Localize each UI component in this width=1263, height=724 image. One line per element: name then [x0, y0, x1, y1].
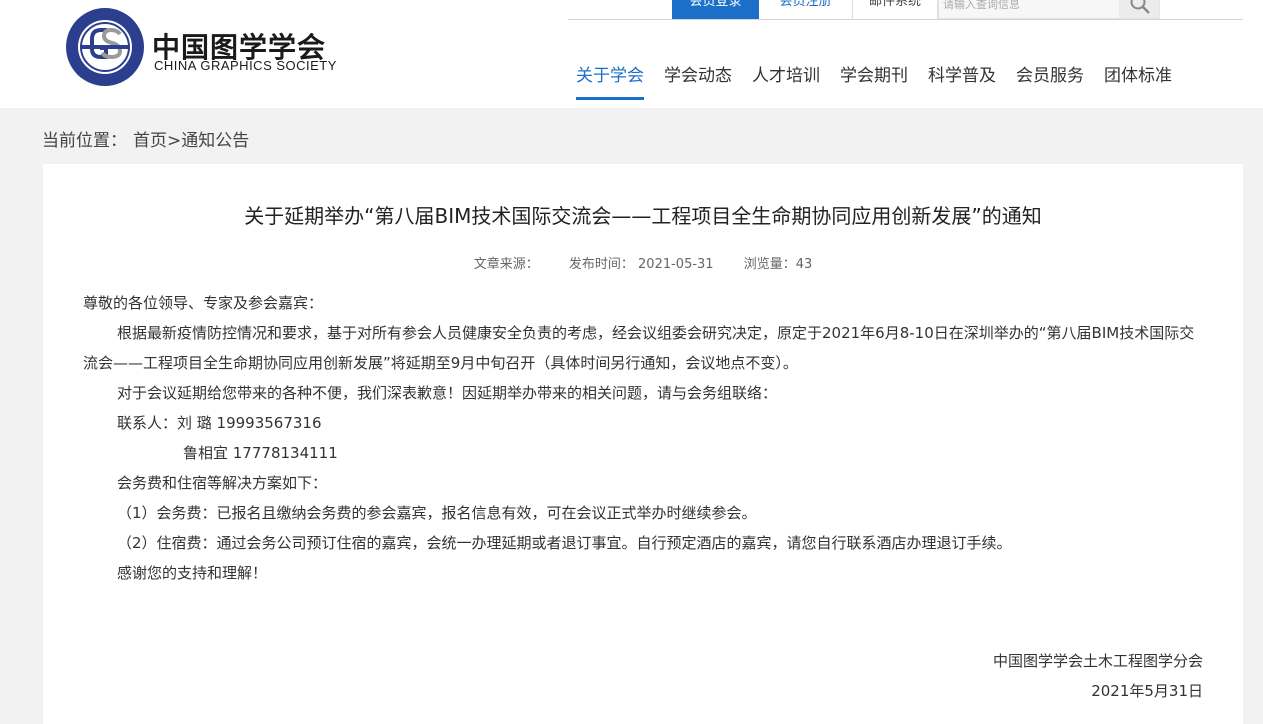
article-meta: 文章来源： 发布时间： 2021-05-31 浏览量：43 — [43, 253, 1243, 272]
article-view-count: 浏览量：43 — [743, 257, 813, 272]
breadcrumb-path[interactable]: 首页>通知公告 — [133, 131, 249, 151]
nav-item-science[interactable]: 科学普及 — [928, 62, 996, 100]
article-signature: 中国图学学会土木工程图学分会 2021年5月31日 — [993, 646, 1203, 706]
list-item: （2）住宿费：通过会务公司预订住宿的嘉宾，会统一办理延期或者退订事宜。自行预定酒… — [117, 534, 1012, 552]
member-login-button[interactable]: 会员登录 — [672, 0, 759, 19]
site-header: 中国图学学会 CHINA GRAPHICS SOCIETY 会员登录 会员注册 … — [0, 0, 1263, 108]
nav-item-training[interactable]: 人才培训 — [752, 62, 820, 100]
article-paragraph: 感谢您的支持和理解！ — [117, 564, 268, 582]
article-paragraph: 根据最新疫情防控情况和要求，基于对所有参会人员健康安全负责的考虑，经会议组委会研… — [83, 324, 1195, 372]
article-paragraph: 对于会议延期给您带来的各种不便，我们深表歉意！因延期举办带来的相关问题，请与会务… — [117, 384, 778, 402]
nav-item-journals[interactable]: 学会期刊 — [840, 62, 908, 100]
society-emblem-icon — [66, 8, 144, 86]
nav-item-news[interactable]: 学会动态 — [664, 62, 732, 100]
breadcrumb-prefix: 当前位置： — [42, 131, 127, 151]
logo-english-name: CHINA GRAPHICS SOCIETY — [154, 58, 337, 73]
search-icon — [1130, 0, 1150, 14]
article-greeting: 尊敬的各位领导、专家及参会嘉宾： — [83, 294, 324, 312]
topbar-divider — [568, 19, 1243, 20]
article-title: 关于延期举办“第八届BIM技术国际交流会——工程项目全生命期协同应用创新发展”的… — [244, 204, 1042, 228]
search-input[interactable] — [939, 0, 1119, 18]
main-nav: 关于学会 学会动态 人才培训 学会期刊 科学普及 会员服务 团体标准 — [576, 62, 1192, 100]
contact-line: 联系人：刘 璐 19993567316 — [117, 414, 322, 432]
contact-line: 鲁相宜 17778134111 — [183, 444, 338, 462]
article-paragraph: 会务费和住宿等解决方案如下： — [117, 474, 328, 492]
nav-item-standards[interactable]: 团体标准 — [1104, 62, 1172, 100]
article-panel: 关于延期举办“第八届BIM技术国际交流会——工程项目全生命期协同应用创新发展”的… — [43, 164, 1243, 724]
member-register-button[interactable]: 会员注册 — [759, 0, 853, 19]
top-utility-bar: 会员登录 会员注册 邮件系统 — [672, 0, 1160, 19]
article-source: 文章来源： — [473, 257, 539, 272]
list-item: （1）会务费：已报名且缴纳会务费的参会嘉宾，报名信息有效，可在会议正式举办时继续… — [117, 504, 757, 522]
nav-item-member-services[interactable]: 会员服务 — [1016, 62, 1084, 100]
search-button[interactable] — [1119, 0, 1159, 18]
signature-organization: 中国图学学会土木工程图学分会 — [992, 652, 1203, 670]
article-publish-date: 发布时间： 2021-05-31 — [568, 257, 714, 272]
article-body: 尊敬的各位领导、专家及参会嘉宾： 根据最新疫情防控情况和要求，基于对所有参会人员… — [83, 288, 1203, 588]
signature-date: 2021年5月31日 — [1091, 682, 1203, 700]
search-box — [938, 0, 1160, 19]
mail-system-link[interactable]: 邮件系统 — [853, 0, 938, 19]
breadcrumb: 当前位置： 首页>通知公告 — [42, 126, 255, 151]
site-logo[interactable]: 中国图学学会 CHINA GRAPHICS SOCIETY — [62, 6, 352, 88]
nav-item-about[interactable]: 关于学会 — [576, 62, 644, 100]
